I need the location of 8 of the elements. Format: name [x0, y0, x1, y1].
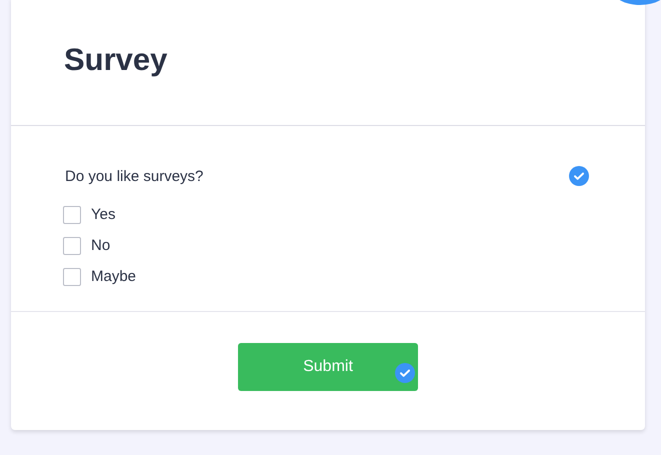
- checkbox[interactable]: [63, 268, 81, 286]
- checkbox[interactable]: [63, 236, 81, 254]
- survey-title: Survey: [64, 42, 168, 78]
- question-text: Do you like surveys?: [65, 168, 204, 184]
- option-label[interactable]: Maybe: [91, 268, 136, 285]
- checkbox[interactable]: [63, 206, 81, 224]
- option-label[interactable]: Yes: [91, 206, 116, 223]
- option-label[interactable]: No: [91, 237, 110, 254]
